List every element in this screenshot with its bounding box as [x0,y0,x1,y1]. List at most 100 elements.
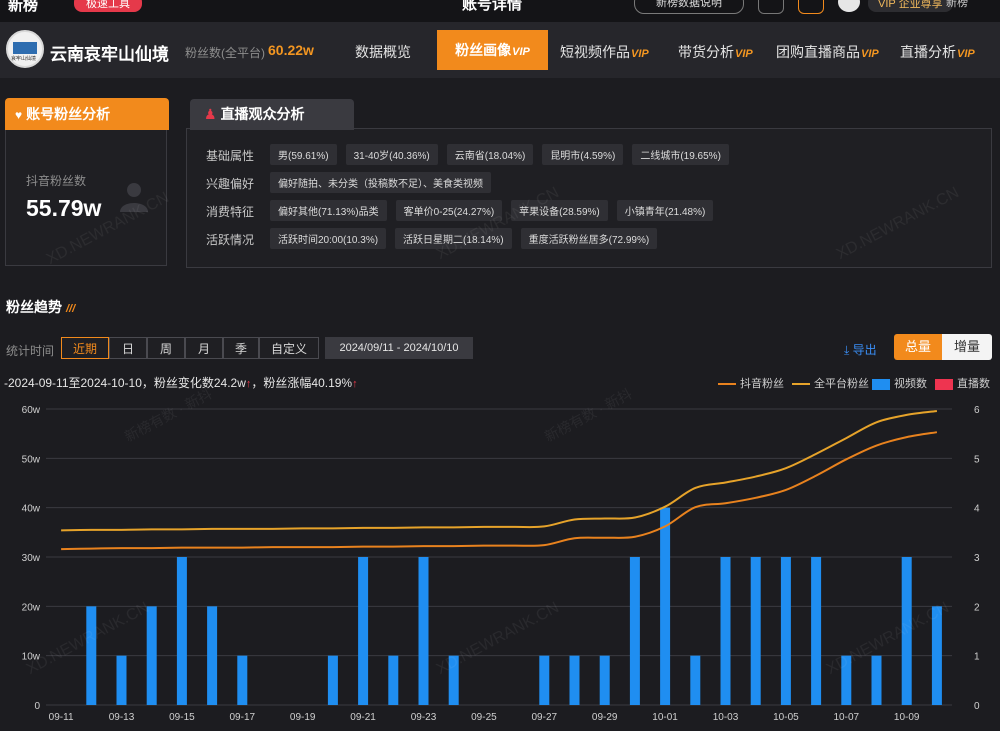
video-count-bar [690,655,701,705]
trend-title-text: 粉丝趋势 [6,299,62,315]
y-left-tick-label: 0 [34,701,40,712]
data-explanation-button[interactable]: 新榜数据说明 [634,0,744,14]
row-label-basic: 基础属性 [206,149,255,163]
legend-label: 直播数 [957,378,990,390]
video-count-bar [388,655,399,705]
y-right-tick-label: 5 [974,454,980,465]
fans-label: 粉丝数(全平台) [185,46,265,60]
x-tick-label: 10-07 [834,712,860,723]
video-count-bar [116,655,127,705]
tab-short-video[interactable]: 短视频作品VIP [560,42,649,62]
tag: 偏好随拍、未分类（投稿数不足）、美食类视频 [270,172,491,193]
x-tick-label: 10-01 [652,712,678,723]
export-button[interactable]: ⤓ 导出 [844,341,877,358]
video-count-bar [418,557,429,705]
tag: 二线城市(19.65%) [632,144,729,165]
legend-video-count[interactable]: 视频数 [872,375,927,391]
y-left-tick-label: 60w [22,405,41,416]
tags-basic: 男(59.61%) 31-40岁(40.36%) 云南省(18.04%) 昆明市… [270,144,729,165]
tab-label: 粉丝画像 [455,42,512,58]
tab-data-overview[interactable]: 数据概览 [355,42,411,62]
tag: 云南省(18.04%) [446,144,534,165]
tab-live-audience-analysis[interactable]: ♟ 直播观众分析 [190,99,354,130]
vip-badge[interactable]: VIP 企业尊享 [868,0,953,12]
x-tick-label: 09-29 [592,712,618,723]
period-month-button[interactable]: 月 [185,337,223,359]
page-title: 账号详情 [462,0,523,13]
tab-label: 带货分析 [678,44,734,60]
vip-tag: VIP [735,48,753,60]
summary-rate: ，粉丝涨幅40.19% [251,376,353,390]
date-range-picker[interactable]: 2024/09/11 - 2024/10/10 [325,337,473,359]
tab-live-analysis[interactable]: 直播分析VIP [900,42,975,62]
y-right-tick-label: 1 [974,652,980,663]
video-count-bar [569,655,580,705]
summary-change: -2024-09-11至2024-10-10，粉丝变化数24.2w [4,376,246,390]
tab-account-fan-analysis[interactable]: ♥ 账号粉丝分析 [5,98,169,130]
export-icon: ⤓ [844,343,853,357]
newrank-logo[interactable]: 新榜 [8,0,38,15]
video-count-bar [720,557,731,705]
vip-tag: VIP [631,48,649,60]
video-count-bar [327,655,338,705]
x-tick-label: 09-19 [290,712,316,723]
douyin-fans-value: 55.79w [26,195,102,221]
tag: 昆明市(4.59%) [542,144,624,165]
tag: 31-40岁(40.36%) [345,144,438,165]
tag: 小镇青年(21.48%) [616,200,714,221]
search-icon[interactable] [758,0,784,14]
tab-label: 数据概览 [355,44,411,60]
switch-icon[interactable] [798,0,824,14]
legend-douyin-fans[interactable]: 抖音粉丝 [718,375,784,391]
tag: 活跃时间20:00(10.3%) [270,228,387,249]
video-count-bar [599,655,610,705]
total-button[interactable]: 总量 [894,334,942,360]
tab-fan-portrait[interactable]: 粉丝画像VIP [437,30,548,70]
legend-label: 抖音粉丝 [740,378,784,390]
arrow-up-icon: ↑ [352,378,358,390]
fans-value: 60.22w [268,42,314,58]
period-day-button[interactable]: 日 [109,337,147,359]
tab-label: 短视频作品 [560,44,630,60]
x-tick-label: 10-05 [773,712,799,723]
tab-group-live-goods[interactable]: 团购直播商品VIP [776,42,879,62]
video-count-bar [539,655,550,705]
y-left-tick-label: 30w [22,553,41,564]
douyin-fans-label: 抖音粉丝数 [26,174,87,188]
period-label: 统计时间 [6,344,55,358]
tab-label: 账号粉丝分析 [26,106,111,122]
increment-button[interactable]: 增量 [942,334,992,360]
export-label: 导出 [852,343,877,357]
new-link[interactable]: 新榜 [946,0,968,10]
y-right-tick-label: 0 [974,701,980,712]
legend-swatch [718,383,736,386]
tab-sales-analysis[interactable]: 带货分析VIP [678,42,753,62]
period-week-button[interactable]: 周 [147,337,185,359]
speed-tool-badge[interactable]: 极速工具 [74,0,142,12]
video-count-bar [86,606,97,705]
legend-label: 全平台粉丝 [814,378,869,390]
y-left-tick-label: 20w [22,602,41,613]
fan-trend-chart: 010w20w30w40w50w60w012345609-11 09-13 09-1… [22,405,980,723]
x-tick-label: 09-25 [471,712,497,723]
x-tick-label: 09-15 [169,712,195,723]
tag: 偏好其他(71.13%)品类 [270,200,387,221]
x-tick-label: 10-09 [894,712,920,723]
vip-tag: VIP [512,46,530,58]
legend-swatch [935,378,953,390]
row-label-interest: 兴趣偏好 [206,177,255,191]
legend-live-count[interactable]: 直播数 [935,375,990,391]
video-count-bar [146,606,157,705]
tab-label: 直播分析 [900,44,956,60]
x-tick-label: 09-13 [109,712,135,723]
fans-icon: ♥ [15,108,23,122]
period-quarter-button[interactable]: 季 [223,337,259,359]
video-count-bar [780,557,791,705]
legend-all-fans[interactable]: 全平台粉丝 [792,375,869,391]
period-recent-button[interactable]: 近期 [61,337,109,359]
trend-deco-icon: /// [66,303,76,315]
account-name: 云南哀牢山仙境 [50,45,169,64]
period-custom-button[interactable]: 自定义 [259,337,319,359]
x-tick-label: 10-03 [713,712,739,723]
y-right-tick-label: 6 [974,405,980,416]
